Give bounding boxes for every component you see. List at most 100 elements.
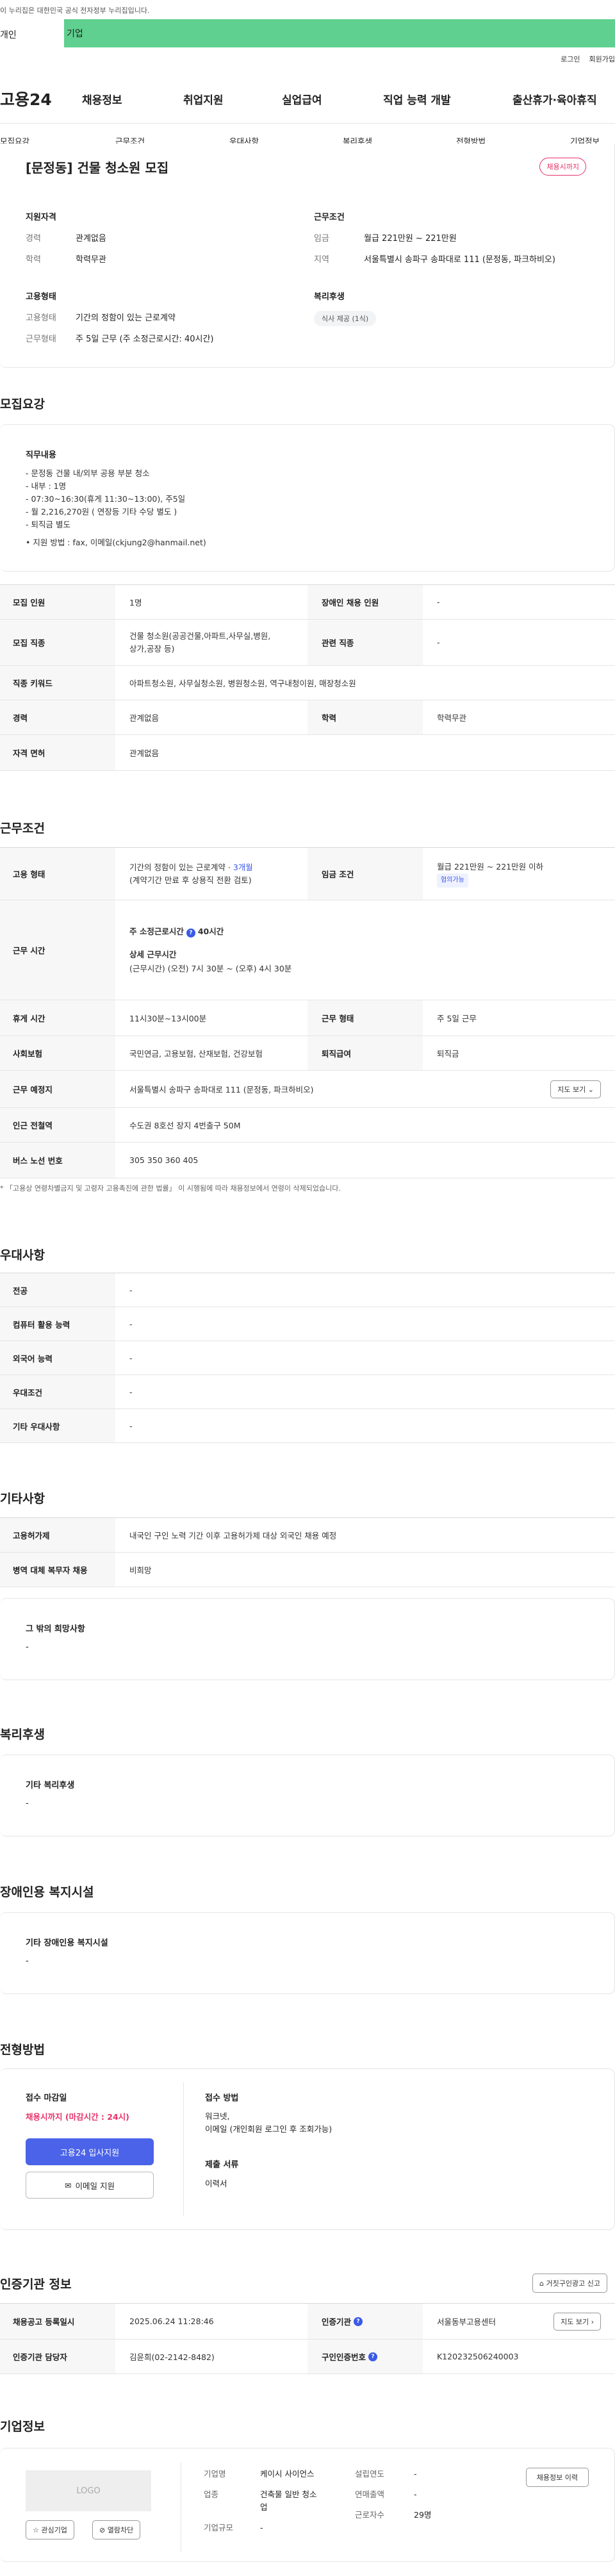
section-title-apply: 전형방법 (0, 2043, 45, 2057)
row-value: 건물 청소원(공공건물,아파트,사무실,병원, 상가,공장 등) (115, 620, 308, 665)
row-label: 컴퓨터 활용 능력 (0, 1307, 115, 1341)
row-value: 학력무관 (437, 713, 467, 723)
table-row: 자격 면허 관계없음 (0, 735, 615, 771)
row-label: 병역 대체 복무자 채용 (0, 1553, 115, 1587)
welfare-pill: 식사 제공 (1식) (314, 311, 377, 326)
wish-value: - (26, 1642, 29, 1652)
condition-group: 근무조건 임금 월급 221만원 ~ 221만원 지역 서울특별시 송파구 송파대로… (314, 210, 609, 274)
map-button[interactable]: 지도 보기 ⌄ (550, 1080, 601, 1098)
join-link[interactable]: 회원가입 (589, 54, 615, 64)
row-label: 휴게 시간 (0, 1000, 115, 1036)
disabled-box: 기타 장애인용 복지시설 - (0, 1912, 615, 1994)
table-row: 경력 관계없음 학력 학력무관 (0, 700, 615, 735)
other-table: 고용허가제 내국인 구인 노력 기간 이후 고용허가제 대상 외국인 채용 예정 … (0, 1517, 615, 1587)
cond-value: 월급 221만원 ~ 221만원 (364, 234, 457, 244)
table-row: 기타 우대사항 - (0, 1409, 615, 1443)
row-label: 기타 우대사항 (0, 1409, 115, 1442)
table-row: 외국어 능력 - (0, 1341, 615, 1375)
menu-item-jobs[interactable]: 채용정보 (82, 91, 122, 107)
row-label: 근무 예정지 (0, 1071, 115, 1107)
age-note: * 「고용상 연령차별금지 및 고령자 고용촉진에 관한 법률」 이 시행됨에 … (0, 1184, 341, 1193)
qualification-group: 지원자격 경력 관계없음 학력 학력무관 (26, 210, 295, 274)
section-title-disabled: 장애인용 복지시설 (0, 1885, 94, 1899)
menu-item-employment-support[interactable]: 취업지원 (183, 91, 224, 107)
row-label: 퇴직급여 (308, 1036, 423, 1070)
menu-item-leave[interactable]: 출산휴가·육아휴직 (512, 91, 597, 107)
chevron-down-icon: ⌄ (587, 1085, 594, 1094)
agency-map-button[interactable]: 지도 보기 › (554, 2312, 601, 2331)
docs-heading: 제출 서류 (205, 2160, 239, 2170)
section-title-company: 기업정보 (0, 2420, 45, 2434)
tab-company[interactable]: 기업 (64, 27, 83, 40)
table-row: 채용공고 등록일시 2025.06.24 11:28:46 인증기관? 서울동부… (0, 2304, 615, 2340)
welfare-group: 복리후생 식사 제공 (1식) (314, 290, 583, 326)
site-logo[interactable]: 고용24 (0, 87, 52, 110)
block-company-button[interactable]: ⊘ 열람차단 (92, 2520, 141, 2539)
emp-heading: 고용형태 (26, 292, 56, 302)
job-title: [문정동] 건물 청소원 모집 (26, 160, 169, 176)
disabled-sub-heading: 기타 장애인용 복지시설 (26, 1938, 108, 1948)
row-label: 구인인증번호? (308, 2340, 423, 2374)
duty-line: - 내부 : 1명 (26, 481, 67, 491)
row-value: 아파트청소원, 사무실청소원, 병원청소원, 역구내청이원, 매장청소원 (129, 679, 356, 688)
row-label: 인증기관? (308, 2304, 423, 2339)
table-row: 인근 전철역 수도권 8호선 장지 4번출구 50M (0, 1108, 615, 1143)
section-title-recruit: 모집요강 (0, 397, 45, 411)
row-label: 자격 면허 (0, 735, 115, 770)
welfare-value: - (26, 1799, 29, 1808)
wage-value: 월급 221만원 ~ 221만원 이하 (437, 861, 544, 871)
job-category-line: 상가,공장 등) (129, 643, 175, 654)
row-value: 국민연금, 고용보험, 산재보험, 건강보험 (129, 1049, 263, 1059)
job-history-button[interactable]: 채용정보 이력 (525, 2468, 589, 2487)
welfare-box: 기타 복리후생 - (0, 1754, 615, 1837)
email-apply-button[interactable]: ✉ 이메일 지원 (26, 2172, 154, 2199)
agency-name: 서울동부고용센터 (437, 2317, 496, 2327)
duty-box: 직무내용 - 문정동 건물 내/외부 공용 부분 청소 - 내부 : 1명 - … (0, 424, 615, 572)
row-value: 내국인 구인 노력 기간 이후 고용허가제 대상 외국인 채용 예정 (129, 1531, 337, 1540)
row-value: - (129, 1319, 133, 1329)
recruit-table: 모집 인원 1명 장애인 채용 인원 - 모집 직종 건물 청소원(공공건물,아… (0, 584, 615, 771)
tab-personal[interactable]: 개인 (0, 19, 64, 47)
block-icon: ⊘ (99, 2526, 106, 2534)
table-row: 직종 키워드 아파트청소원, 사무실청소원, 병원청소원, 역구내청이원, 매장… (0, 666, 615, 700)
star-icon: ☆ (33, 2526, 39, 2534)
row-label: 고용허가제 (0, 1518, 115, 1552)
help-icon[interactable]: ? (368, 2352, 378, 2361)
menu-item-unemployment[interactable]: 실업급여 (282, 91, 322, 107)
row-value: 주 5일 근무 (437, 1014, 477, 1023)
row-value: - (129, 1353, 133, 1363)
emp-value: 주 5일 근무 (주 소정근로시간: 40시간) (76, 334, 214, 344)
favorite-company-button[interactable]: ☆ 관심기업 (26, 2520, 74, 2539)
section-title-welfare: 복리후생 (0, 1728, 45, 1742)
apply-button[interactable]: 고용24 입사지원 (26, 2138, 154, 2165)
duty-line: - 문정동 건물 내/외부 공용 부분 청소 (26, 468, 150, 478)
hours-label: 주 소정근로시간 (129, 926, 184, 936)
menu-item-training[interactable]: 직업 능력 개발 (383, 91, 451, 107)
row-label: 근무 시간 (0, 900, 115, 1000)
help-icon[interactable]: ? (186, 928, 195, 937)
table-row: 전공 - (0, 1273, 615, 1307)
company-fields-left: 기업명 케이시 사이언스 업종 건축물 일반 청소 업 기업규모 - (204, 2469, 317, 2532)
row-label: 모집 직종 (0, 620, 115, 665)
row-value: 관계없음 (129, 748, 160, 758)
wish-box: 그 밖의 희망사항 - (0, 1598, 615, 1680)
job-summary-card: [문정동] 건물 청소원 모집 채용시까지 지원자격 경력 관계없음 학력 학력무관… (0, 144, 615, 368)
section-title-work: 근무조건 (0, 822, 45, 836)
agency-table: 채용공고 등록일시 2025.06.24 11:28:46 인증기관? 서울동부… (0, 2303, 615, 2374)
emp-label: 고용형태 (26, 313, 56, 323)
table-row: 병역 대체 복무자 채용 비희망 (0, 1553, 615, 1587)
row-value: - (129, 1387, 133, 1397)
table-row: 모집 직종 건물 청소원(공공건물,아파트,사무실,병원, 상가,공장 등) 관… (0, 620, 615, 666)
duty-line: - 퇴직금 별도 (26, 520, 70, 529)
row-value: 비희망 (129, 1565, 152, 1575)
hours-detail-title: 상세 근무시간 (129, 949, 177, 959)
table-row: 사회보험 국민연금, 고용보험, 산재보험, 건강보험 퇴직급여 퇴직금 (0, 1036, 615, 1071)
help-icon[interactable]: ? (354, 2316, 363, 2326)
section-title-pref: 우대사항 (0, 1248, 45, 1262)
house-icon: ⌂ (539, 2279, 545, 2288)
login-link[interactable]: 로그인 (561, 54, 580, 64)
report-fake-ad-button[interactable]: ⌂ 거짓구인광고 신고 (532, 2274, 607, 2293)
row-value: 주 소정근로시간? 40시간 상세 근무시간 (근무시간) (오전) 7시 30분… (115, 900, 615, 1000)
row-value: 서울동부고용센터 지도 보기 › (423, 2304, 615, 2339)
qual-value: 관계없음 (76, 234, 106, 244)
